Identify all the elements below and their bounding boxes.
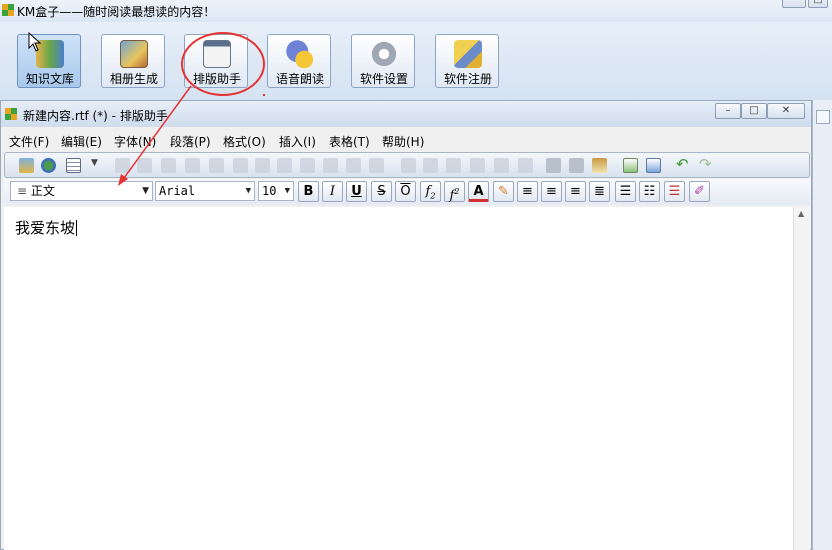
annotation-arrow	[118, 85, 192, 186]
